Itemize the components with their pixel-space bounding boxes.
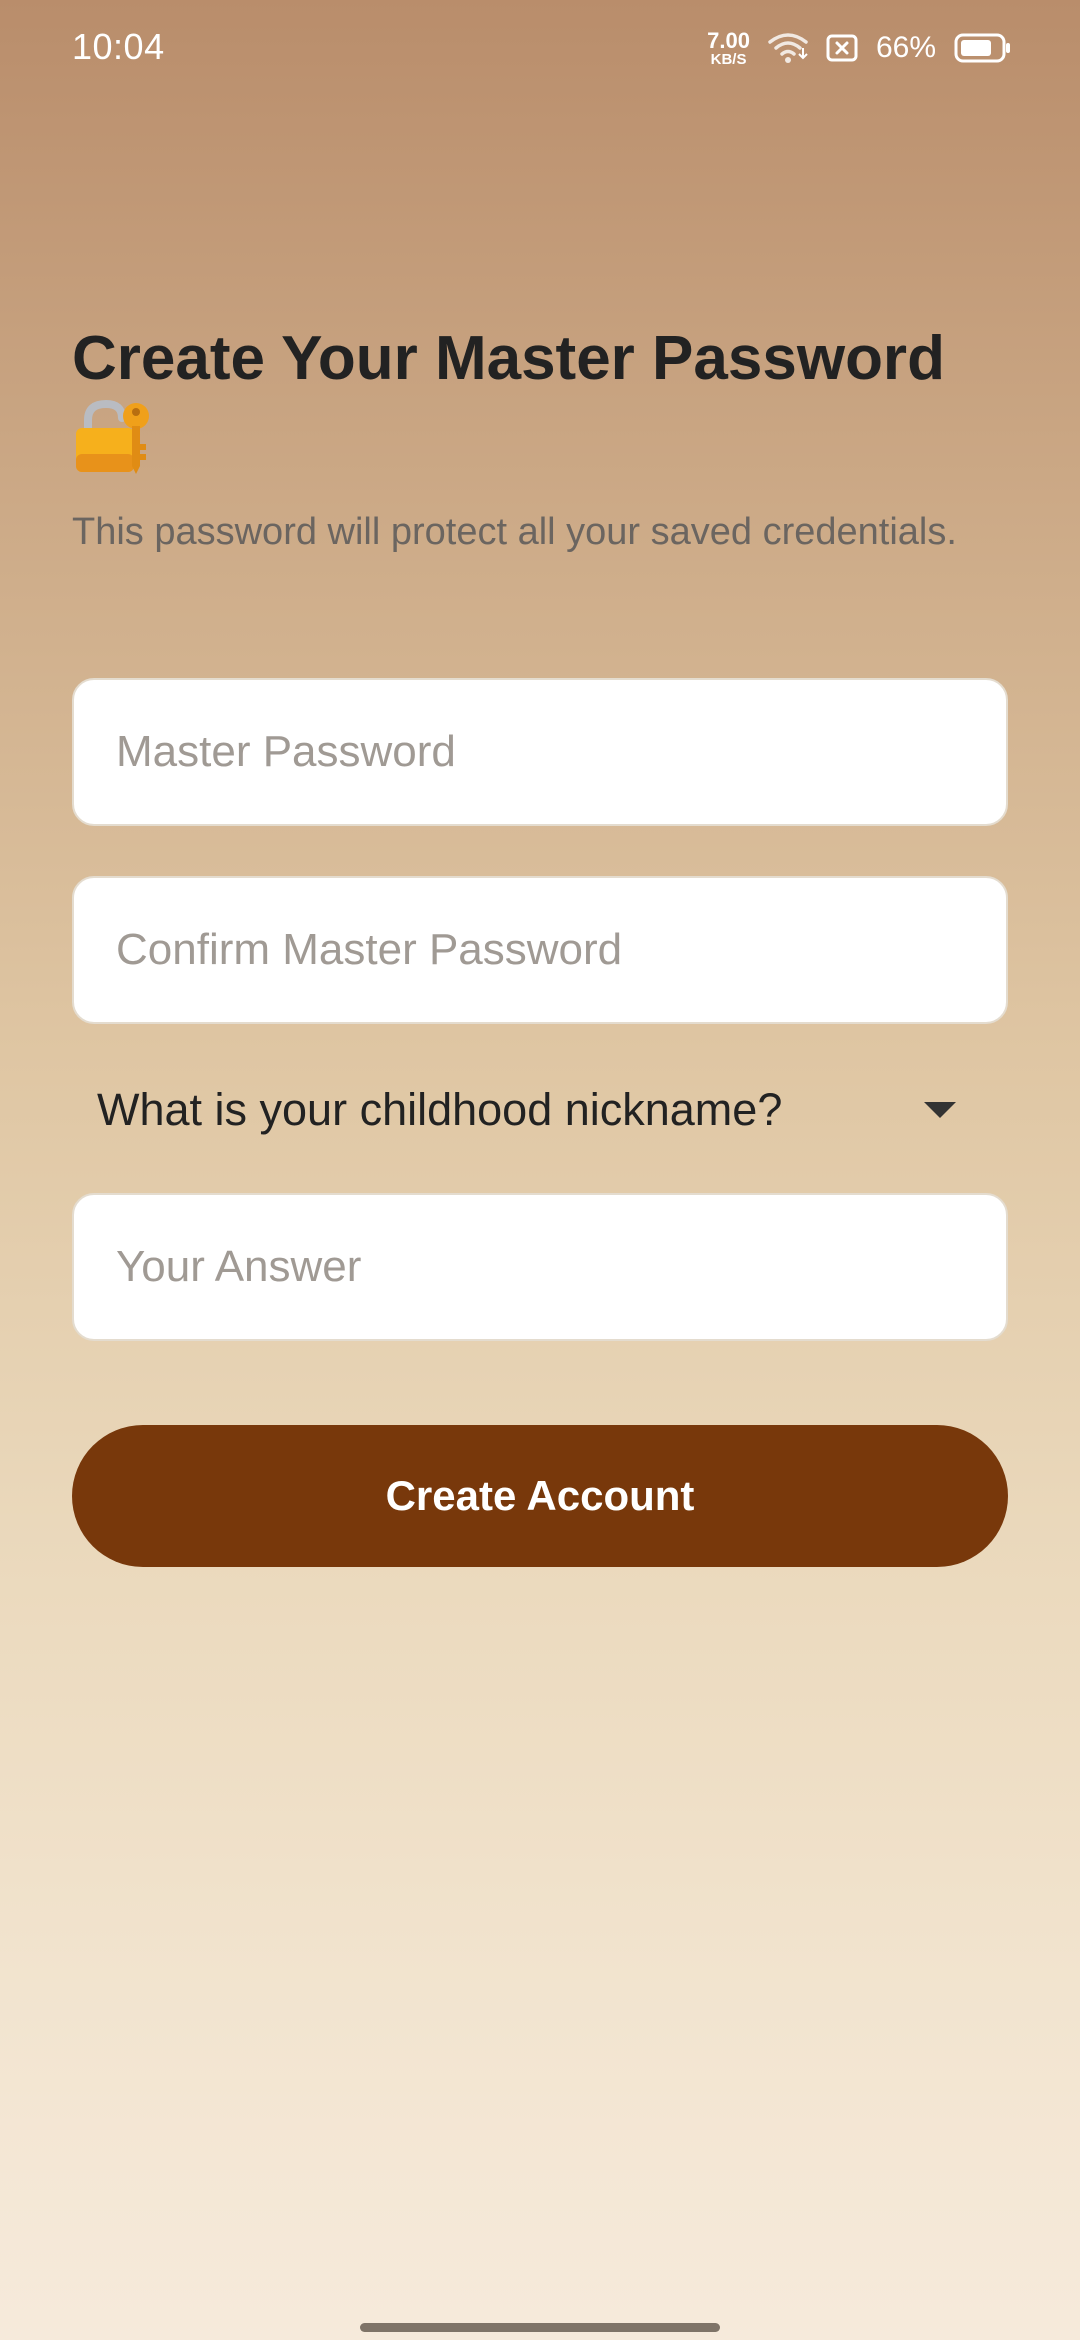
master-password-input[interactable]	[72, 678, 1008, 826]
network-speed-unit: KB/S	[710, 50, 747, 68]
security-answer-input[interactable]	[72, 1193, 1008, 1341]
battery-percent: 66%	[875, 31, 936, 64]
confirm-master-password-input[interactable]	[72, 876, 1008, 1024]
page-title: Create Your Master Password	[72, 324, 945, 393]
wifi-icon	[768, 33, 808, 63]
security-question-selected: What is your childhood nickname?	[97, 1084, 783, 1135]
subtitle: This password will protect all your save…	[72, 511, 957, 553]
network-speed-value: 7.00	[707, 27, 750, 53]
status-icons: 7.00 KB/S 66%	[707, 24, 1012, 72]
battery-icon	[954, 33, 1010, 63]
status-bar: 10:04 7.00 KB/S 66%	[0, 0, 1080, 96]
sim-blocked-icon	[826, 34, 858, 62]
network-speed: 7.00 KB/S	[707, 27, 750, 68]
dropdown-arrow-icon	[924, 1102, 956, 1118]
status-time: 10:04	[72, 26, 165, 67]
gesture-navigation-bar[interactable]	[360, 2323, 720, 2332]
security-question-dropdown[interactable]: What is your childhood nickname?	[72, 1070, 1008, 1150]
create-account-button[interactable]: Create Account	[72, 1425, 1008, 1567]
lock-with-key-icon	[76, 399, 149, 474]
